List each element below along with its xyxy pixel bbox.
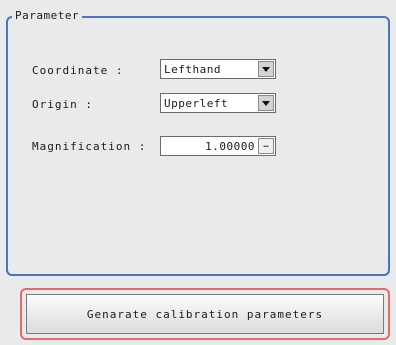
parameter-panel: Parameter Coordinate : Lefthand Origin :… <box>0 0 396 345</box>
ellipsis-icon[interactable]: … <box>258 138 274 154</box>
origin-select[interactable]: Upperleft <box>160 93 276 113</box>
chevron-down-icon[interactable] <box>258 95 274 111</box>
generate-button-highlight: Genarate calibration parameters <box>20 288 390 340</box>
origin-value: Upperleft <box>164 97 229 110</box>
coordinate-select[interactable]: Lefthand <box>160 59 276 79</box>
groupbox-title: Parameter <box>12 9 83 22</box>
origin-label: Origin : <box>32 98 93 111</box>
coordinate-value: Lefthand <box>164 63 221 76</box>
chevron-down-icon[interactable] <box>258 61 274 77</box>
magnification-label: Magnification : <box>32 140 147 153</box>
generate-button-label: Genarate calibration parameters <box>86 307 324 321</box>
magnification-value: 1.00000 <box>205 140 255 153</box>
magnification-field[interactable]: 1.00000 … <box>160 136 276 156</box>
generate-calibration-button[interactable]: Genarate calibration parameters <box>26 294 384 334</box>
coordinate-label: Coordinate : <box>32 64 124 77</box>
